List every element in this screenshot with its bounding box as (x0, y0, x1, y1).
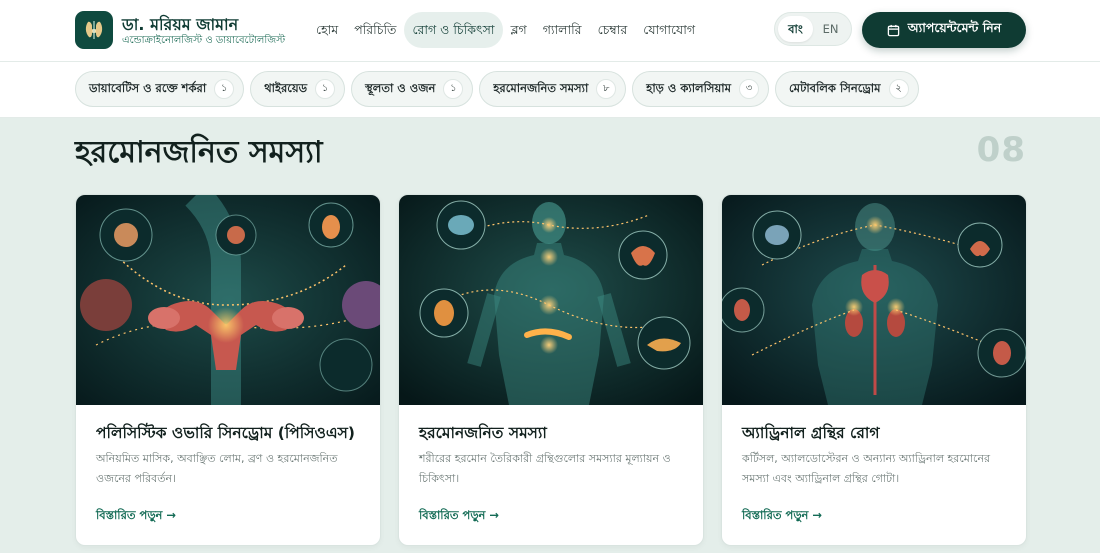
nav-item-blog[interactable]: ব্লগ (503, 12, 535, 48)
condition-card[interactable]: হরমোনজনিত সমস্যা শরীরের হরমোন তৈরিকারী গ… (398, 194, 704, 546)
category-chip-bone-calcium[interactable]: হাড় ও ক্যালসিয়াম ৩ (632, 71, 770, 107)
condition-card[interactable]: পলিসিস্টিক ওভারি সিনড্রোম (পিসিওএস) অনিয… (75, 194, 381, 546)
category-chip-label: মেটাবলিক সিনড্রোম (789, 80, 881, 95)
logo[interactable] (75, 11, 113, 49)
brand-subtitle: এন্ডোক্রাইনোলজিস্ট ও ডায়াবেটোলজিস্ট (122, 35, 286, 46)
category-chip-hormonal[interactable]: হরমোনজনিত সমস্যা ৮ (479, 71, 627, 107)
adrenal-illustration (722, 195, 1026, 405)
pcos-illustration (76, 195, 380, 405)
category-section: হরমোনজনিত সমস্যা 08 পলিসিস্টিক ওভারি সিন… (0, 118, 1100, 553)
section-number: 08 (976, 130, 1026, 170)
category-chip-label: হরমোনজনিত সমস্যা (493, 80, 589, 95)
category-chip-label: থাইরয়েড (264, 80, 308, 95)
category-chip-label: ডায়াবেটিস ও রক্তে শর্করা (89, 80, 207, 95)
nav-item-about[interactable]: পরিচিতি (346, 12, 404, 48)
lang-option-bangla[interactable]: বাং (778, 16, 813, 42)
card-image (399, 195, 703, 405)
card-title: পলিসিস্টিক ওভারি সিনড্রোম (পিসিওএস) (96, 424, 355, 442)
card-image (76, 195, 380, 405)
read-more-link[interactable]: বিস্তারিত পড়ুন → (419, 507, 499, 526)
card-description: কর্টিসল, অ্যালডোস্টেরন ও অন্যান্য অ্যাড্… (742, 452, 991, 485)
category-chip-diabetes[interactable]: ডায়াবেটিস ও রক্তে শর্করা ১ (75, 71, 245, 107)
card-image (722, 195, 1026, 405)
read-more-link[interactable]: বিস্তারিত পড়ুন → (742, 507, 822, 526)
category-count-badge: ১ (315, 79, 336, 99)
category-chip-metabolic[interactable]: মেটাবলিক সিনড্রোম ২ (775, 71, 919, 107)
category-count-badge: ২ (888, 79, 909, 99)
card-title: হরমোনজনিত সমস্যা (419, 424, 547, 442)
category-count-badge: ১ (443, 79, 464, 99)
category-count-badge: ১ (214, 79, 235, 99)
appointment-button[interactable]: অ্যাপয়েন্টমেন্ট নিন (862, 12, 1026, 48)
hormonal-illustration (399, 195, 703, 405)
calendar-icon (887, 24, 900, 36)
condition-card[interactable]: অ্যাড্রিনাল গ্রন্থির রোগ কর্টিসল, অ্যালড… (721, 194, 1027, 546)
nav-item-gallery[interactable]: গ্যালারি (535, 12, 590, 48)
nav-item-home[interactable]: হোম (308, 12, 346, 48)
card-title: অ্যাড্রিনাল গ্রন্থির রোগ (742, 424, 880, 442)
category-chip-thyroid[interactable]: থাইরয়েড ১ (250, 71, 346, 107)
thyroid-logo-icon (85, 21, 103, 39)
card-grid: পলিসিস্টিক ওভারি সিনড্রোম (পিসিওএস) অনিয… (75, 194, 1027, 546)
language-switcher: বাং EN (774, 12, 852, 46)
category-chip-label: হাড় ও ক্যালসিয়াম (646, 80, 732, 95)
appointment-button-label: অ্যাপয়েন্টমেন্ট নিন (907, 20, 1002, 35)
card-description: শরীরের হরমোন তৈরিকারী গ্রন্থিগুলোর সমস্য… (419, 452, 671, 485)
section-title: হরমোনজনিত সমস্যা (75, 135, 323, 170)
category-count-badge: ৩ (739, 79, 760, 99)
nav-item-diseases-treatment[interactable]: রোগ ও চিকিৎসা (404, 12, 503, 48)
site-header: ডা. মরিয়ম জামান এন্ডোক্রাইনোলজিস্ট ও ডা… (0, 0, 1100, 62)
card-description: অনিয়মিত মাসিক, অবাঞ্ছিত লোম, ব্রণ ও হরম… (96, 452, 338, 485)
main-nav: হোম পরিচিতি রোগ ও চিকিৎসা ব্লগ গ্যালারি … (308, 12, 703, 48)
lang-option-english[interactable]: EN (813, 16, 848, 42)
nav-item-contact[interactable]: যোগাযোগ (635, 12, 703, 48)
nav-item-chamber[interactable]: চেম্বার (590, 12, 636, 48)
category-chip-label: স্থূলতা ও ওজন (365, 80, 436, 95)
category-chip-obesity[interactable]: স্থূলতা ও ওজন ১ (351, 71, 474, 107)
category-filter-bar: ডায়াবেটিস ও রক্তে শর্করা ১ থাইরয়েড ১ স… (0, 62, 1100, 118)
read-more-link[interactable]: বিস্তারিত পড়ুন → (96, 507, 176, 526)
category-count-badge: ৮ (596, 79, 617, 99)
